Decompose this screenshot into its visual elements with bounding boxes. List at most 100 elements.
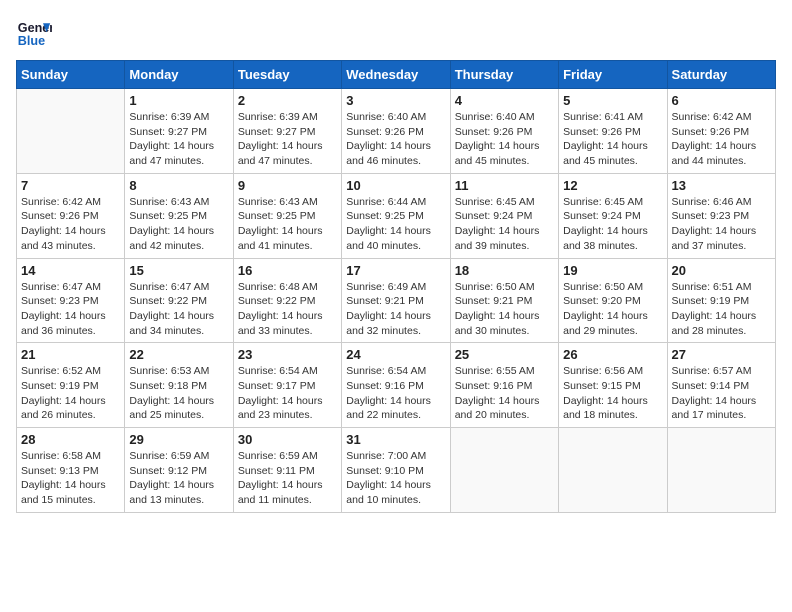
calendar-cell: 6Sunrise: 6:42 AM Sunset: 9:26 PM Daylig… [667, 89, 775, 174]
day-info: Sunrise: 6:56 AM Sunset: 9:15 PM Dayligh… [563, 364, 662, 423]
week-row-1: 7 Sunrise: 6:42 AM Sunset: 9:26 PM Daylig… [17, 173, 776, 258]
calendar-cell: 15Sunrise: 6:47 AM Sunset: 9:22 PM Dayli… [125, 258, 233, 343]
day-info: Sunrise: 6:52 AM Sunset: 9:19 PM Dayligh… [21, 364, 120, 423]
calendar-cell [17, 89, 125, 174]
calendar-cell: 26 Sunrise: 6:56 AM Sunset: 9:15 PM Dayli… [559, 343, 667, 428]
weekday-header-wednesday: Wednesday [342, 61, 450, 89]
day-number: 17 [346, 263, 445, 278]
day-info: Sunrise: 6:39 AM Sunset: 9:27 PM Dayligh… [129, 110, 228, 169]
calendar-cell: 23Sunrise: 6:54 AM Sunset: 9:17 PM Dayli… [233, 343, 341, 428]
day-number: 13 [672, 178, 771, 193]
calendar-cell: 9 Sunrise: 6:43 AM Sunset: 9:25 PM Daylig… [233, 173, 341, 258]
day-number: 8 [129, 178, 228, 193]
weekday-header-monday: Monday [125, 61, 233, 89]
day-number: 20 [672, 263, 771, 278]
day-info: Sunrise: 6:59 AM Sunset: 9:12 PM Dayligh… [129, 449, 228, 508]
calendar-cell: 5 Sunrise: 6:41 AM Sunset: 9:26 PM Daylig… [559, 89, 667, 174]
calendar-cell: 28 Sunrise: 6:58 AM Sunset: 9:13 PM Dayli… [17, 428, 125, 513]
day-info: Sunrise: 6:39 AM Sunset: 9:27 PM Dayligh… [238, 110, 337, 169]
logo-icon: General Blue [16, 16, 52, 52]
weekday-header-friday: Friday [559, 61, 667, 89]
day-number: 14 [21, 263, 120, 278]
calendar-cell: 17 Sunrise: 6:49 AM Sunset: 9:21 PM Dayli… [342, 258, 450, 343]
header: General Blue [16, 16, 776, 52]
calendar-cell: 21Sunrise: 6:52 AM Sunset: 9:19 PM Dayli… [17, 343, 125, 428]
day-info: Sunrise: 6:41 AM Sunset: 9:26 PM Dayligh… [563, 110, 662, 169]
day-number: 19 [563, 263, 662, 278]
calendar-cell [559, 428, 667, 513]
day-info: Sunrise: 6:55 AM Sunset: 9:16 PM Dayligh… [455, 364, 554, 423]
day-number: 11 [455, 178, 554, 193]
day-info: Sunrise: 6:45 AM Sunset: 9:24 PM Dayligh… [563, 195, 662, 254]
day-info: Sunrise: 6:51 AM Sunset: 9:19 PM Dayligh… [672, 280, 771, 339]
day-info: Sunrise: 6:53 AM Sunset: 9:18 PM Dayligh… [129, 364, 228, 423]
day-info: Sunrise: 6:43 AM Sunset: 9:25 PM Dayligh… [238, 195, 337, 254]
day-number: 9 [238, 178, 337, 193]
day-number: 31 [346, 432, 445, 447]
day-info: Sunrise: 6:42 AM Sunset: 9:26 PM Dayligh… [21, 195, 120, 254]
day-info: Sunrise: 6:40 AM Sunset: 9:26 PM Dayligh… [455, 110, 554, 169]
calendar-cell: 8Sunrise: 6:43 AM Sunset: 9:25 PM Daylig… [125, 173, 233, 258]
week-row-4: 28 Sunrise: 6:58 AM Sunset: 9:13 PM Dayli… [17, 428, 776, 513]
day-info: Sunrise: 6:59 AM Sunset: 9:11 PM Dayligh… [238, 449, 337, 508]
day-info: Sunrise: 6:44 AM Sunset: 9:25 PM Dayligh… [346, 195, 445, 254]
day-number: 10 [346, 178, 445, 193]
day-number: 28 [21, 432, 120, 447]
day-info: Sunrise: 6:49 AM Sunset: 9:21 PM Dayligh… [346, 280, 445, 339]
day-number: 27 [672, 347, 771, 362]
day-info: Sunrise: 6:45 AM Sunset: 9:24 PM Dayligh… [455, 195, 554, 254]
day-info: Sunrise: 6:57 AM Sunset: 9:14 PM Dayligh… [672, 364, 771, 423]
day-info: Sunrise: 6:48 AM Sunset: 9:22 PM Dayligh… [238, 280, 337, 339]
calendar-cell: 19 Sunrise: 6:50 AM Sunset: 9:20 PM Dayli… [559, 258, 667, 343]
week-row-2: 14 Sunrise: 6:47 AM Sunset: 9:23 PM Dayli… [17, 258, 776, 343]
calendar-cell: 14 Sunrise: 6:47 AM Sunset: 9:23 PM Dayli… [17, 258, 125, 343]
calendar-cell: 22 Sunrise: 6:53 AM Sunset: 9:18 PM Dayli… [125, 343, 233, 428]
calendar-cell: 10 Sunrise: 6:44 AM Sunset: 9:25 PM Dayli… [342, 173, 450, 258]
logo: General Blue [16, 16, 52, 52]
day-number: 2 [238, 93, 337, 108]
calendar-cell: 3 Sunrise: 6:40 AM Sunset: 9:26 PM Daylig… [342, 89, 450, 174]
weekday-header-saturday: Saturday [667, 61, 775, 89]
day-number: 5 [563, 93, 662, 108]
calendar-cell: 30 Sunrise: 6:59 AM Sunset: 9:11 PM Dayli… [233, 428, 341, 513]
day-info: Sunrise: 6:58 AM Sunset: 9:13 PM Dayligh… [21, 449, 120, 508]
calendar-cell: 11 Sunrise: 6:45 AM Sunset: 9:24 PM Dayli… [450, 173, 558, 258]
day-info: Sunrise: 6:50 AM Sunset: 9:21 PM Dayligh… [455, 280, 554, 339]
week-row-0: 1 Sunrise: 6:39 AM Sunset: 9:27 PM Daylig… [17, 89, 776, 174]
day-info: Sunrise: 6:40 AM Sunset: 9:26 PM Dayligh… [346, 110, 445, 169]
day-info: Sunrise: 7:00 AM Sunset: 9:10 PM Dayligh… [346, 449, 445, 508]
day-number: 6 [672, 93, 771, 108]
day-number: 22 [129, 347, 228, 362]
calendar-cell: 16 Sunrise: 6:48 AM Sunset: 9:22 PM Dayli… [233, 258, 341, 343]
day-info: Sunrise: 6:50 AM Sunset: 9:20 PM Dayligh… [563, 280, 662, 339]
calendar-cell [450, 428, 558, 513]
day-number: 26 [563, 347, 662, 362]
week-row-3: 21Sunrise: 6:52 AM Sunset: 9:19 PM Dayli… [17, 343, 776, 428]
weekday-header-sunday: Sunday [17, 61, 125, 89]
calendar-cell: 4 Sunrise: 6:40 AM Sunset: 9:26 PM Daylig… [450, 89, 558, 174]
weekday-header-thursday: Thursday [450, 61, 558, 89]
calendar-cell: 18Sunrise: 6:50 AM Sunset: 9:21 PM Dayli… [450, 258, 558, 343]
day-number: 16 [238, 263, 337, 278]
calendar-cell: 29 Sunrise: 6:59 AM Sunset: 9:12 PM Dayli… [125, 428, 233, 513]
weekday-header-row: SundayMondayTuesdayWednesdayThursdayFrid… [17, 61, 776, 89]
day-number: 23 [238, 347, 337, 362]
day-number: 29 [129, 432, 228, 447]
svg-text:Blue: Blue [18, 34, 45, 48]
day-info: Sunrise: 6:47 AM Sunset: 9:22 PM Dayligh… [129, 280, 228, 339]
calendar-cell: 13Sunrise: 6:46 AM Sunset: 9:23 PM Dayli… [667, 173, 775, 258]
day-number: 1 [129, 93, 228, 108]
calendar-cell: 31 Sunrise: 7:00 AM Sunset: 9:10 PM Dayli… [342, 428, 450, 513]
calendar-cell: 20 Sunrise: 6:51 AM Sunset: 9:19 PM Dayli… [667, 258, 775, 343]
day-info: Sunrise: 6:47 AM Sunset: 9:23 PM Dayligh… [21, 280, 120, 339]
calendar-cell: 2 Sunrise: 6:39 AM Sunset: 9:27 PM Daylig… [233, 89, 341, 174]
calendar-cell: 12Sunrise: 6:45 AM Sunset: 9:24 PM Dayli… [559, 173, 667, 258]
day-number: 24 [346, 347, 445, 362]
calendar-cell: 25Sunrise: 6:55 AM Sunset: 9:16 PM Dayli… [450, 343, 558, 428]
calendar-cell: 24Sunrise: 6:54 AM Sunset: 9:16 PM Dayli… [342, 343, 450, 428]
calendar-cell: 1 Sunrise: 6:39 AM Sunset: 9:27 PM Daylig… [125, 89, 233, 174]
day-number: 30 [238, 432, 337, 447]
day-number: 3 [346, 93, 445, 108]
day-number: 7 [21, 178, 120, 193]
day-number: 4 [455, 93, 554, 108]
